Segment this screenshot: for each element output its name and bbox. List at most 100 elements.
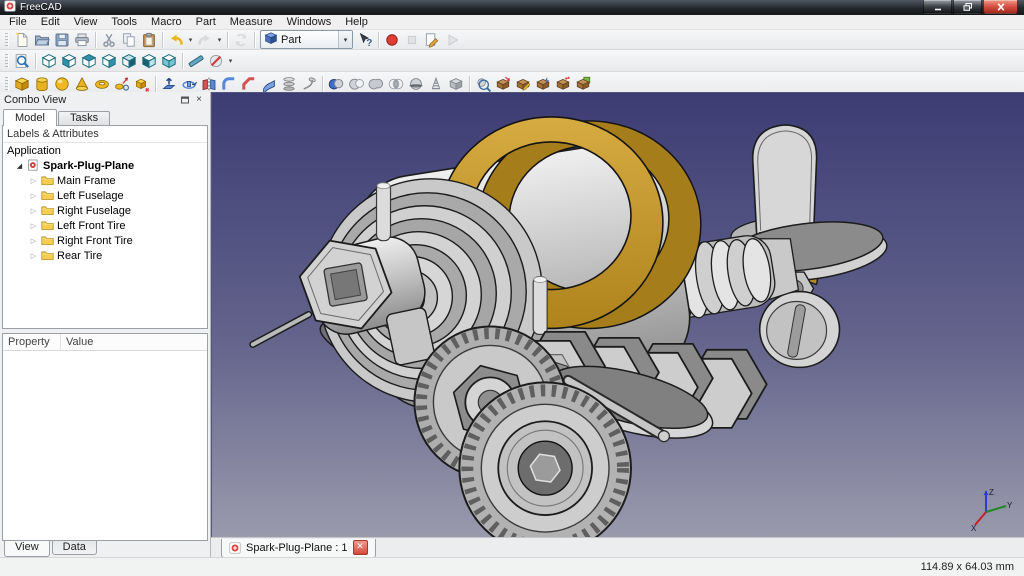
close-button[interactable] bbox=[983, 0, 1018, 14]
tree-item-spark-plug-plane[interactable]: ◢ Spark-Plug-Plane bbox=[3, 158, 207, 173]
shape-builder-button[interactable] bbox=[132, 74, 152, 93]
extrude-button[interactable] bbox=[159, 74, 179, 93]
section-button[interactable] bbox=[406, 74, 426, 93]
view-front-button[interactable] bbox=[59, 51, 79, 70]
menu-help[interactable]: Help bbox=[338, 15, 375, 29]
menu-tools[interactable]: Tools bbox=[104, 15, 144, 29]
measure-distance-button[interactable] bbox=[186, 51, 206, 70]
expand-arrow-icon[interactable]: ▷ bbox=[29, 177, 38, 185]
revolve-button[interactable] bbox=[179, 74, 199, 93]
menu-part[interactable]: Part bbox=[189, 15, 223, 29]
compound-button[interactable] bbox=[446, 74, 466, 93]
tab-data[interactable]: Data bbox=[51, 541, 97, 555]
primitive-cylinder-button[interactable] bbox=[32, 74, 52, 93]
sweep-icon bbox=[303, 76, 316, 90]
expand-arrow-icon[interactable]: ▷ bbox=[29, 192, 38, 200]
fit-all-button[interactable] bbox=[12, 51, 32, 70]
workbench-selector[interactable]: Part ▾ bbox=[260, 30, 353, 49]
mirror-button[interactable] bbox=[199, 74, 219, 93]
save-file-button[interactable] bbox=[52, 30, 72, 49]
reverse-shapes-button[interactable] bbox=[553, 74, 573, 93]
tab-model[interactable]: Model bbox=[3, 109, 57, 126]
check-geometry-button[interactable] bbox=[473, 74, 493, 93]
tab-view[interactable]: View bbox=[4, 541, 50, 557]
primitive-cone-button[interactable] bbox=[72, 74, 92, 93]
boolean-button[interactable] bbox=[326, 74, 346, 93]
document-tab[interactable]: Spark-Plug-Plane : 1 ✕ bbox=[221, 538, 376, 558]
freecad-logo-icon bbox=[4, 0, 16, 15]
print-button[interactable] bbox=[72, 30, 92, 49]
whats-this-button[interactable]: ? bbox=[355, 30, 375, 49]
edit-shape-button[interactable] bbox=[513, 74, 533, 93]
dock-float-icon[interactable] bbox=[178, 94, 192, 107]
restore-button[interactable] bbox=[953, 0, 982, 14]
refine-shape-button[interactable] bbox=[533, 74, 553, 93]
menu-edit[interactable]: Edit bbox=[34, 15, 67, 29]
chamfer-button[interactable] bbox=[239, 74, 259, 93]
tree-item-right-fuselage[interactable]: ▷ Right Fuselage bbox=[3, 203, 207, 218]
run-macro-button bbox=[442, 30, 462, 49]
menu-file[interactable]: File bbox=[2, 15, 34, 29]
undo-button[interactable] bbox=[166, 30, 186, 49]
tree-item-main-frame[interactable]: ▷ Main Frame bbox=[3, 173, 207, 188]
primitive-sphere-button[interactable] bbox=[52, 74, 72, 93]
tree-header: Labels & Attributes bbox=[3, 126, 207, 143]
menu-macro[interactable]: Macro bbox=[144, 15, 189, 29]
open-file-button[interactable] bbox=[32, 30, 52, 49]
cut-button[interactable] bbox=[99, 30, 119, 49]
cross-sections-button[interactable] bbox=[426, 74, 446, 93]
tree-item-right-front-tire[interactable]: ▷ Right Front Tire bbox=[3, 233, 207, 248]
minimize-button[interactable] bbox=[923, 0, 952, 14]
property-column-header[interactable]: Property bbox=[3, 334, 61, 350]
create-primitives-button[interactable] bbox=[112, 74, 132, 93]
boolean-intersection-button[interactable] bbox=[386, 74, 406, 93]
ruled-surface-button[interactable] bbox=[259, 74, 279, 93]
document-tab-close-icon[interactable]: ✕ bbox=[352, 540, 368, 555]
expand-arrow-icon[interactable]: ▷ bbox=[29, 252, 38, 260]
value-column-header[interactable]: Value bbox=[61, 334, 93, 350]
collapse-arrow-icon[interactable]: ◢ bbox=[15, 162, 24, 170]
primitive-torus-button[interactable] bbox=[92, 74, 112, 93]
clear-measurement-dropdown-icon[interactable]: ▾ bbox=[226, 57, 235, 65]
view-left-button[interactable] bbox=[159, 51, 179, 70]
expand-arrow-icon[interactable]: ▷ bbox=[29, 237, 38, 245]
tree-item-left-fuselage[interactable]: ▷ Left Fuselage bbox=[3, 188, 207, 203]
loft-button[interactable] bbox=[279, 74, 299, 93]
copy-button[interactable] bbox=[119, 30, 139, 49]
view-right-button[interactable] bbox=[99, 51, 119, 70]
undo-dropdown-icon[interactable]: ▾ bbox=[186, 36, 195, 44]
fillet-button[interactable] bbox=[219, 74, 239, 93]
view-rear-button[interactable] bbox=[119, 51, 139, 70]
redo-dropdown-icon[interactable]: ▾ bbox=[215, 36, 224, 44]
expand-arrow-icon[interactable]: ▷ bbox=[29, 222, 38, 230]
new-file-button[interactable] bbox=[12, 30, 32, 49]
record-macro-button[interactable] bbox=[382, 30, 402, 49]
chevron-down-icon[interactable]: ▾ bbox=[338, 31, 352, 48]
edit-macro-button[interactable] bbox=[422, 30, 442, 49]
menu-view[interactable]: View bbox=[67, 15, 105, 29]
convert-to-solid-button[interactable] bbox=[573, 74, 593, 93]
dock-close-icon[interactable]: × bbox=[192, 94, 206, 107]
boolean-union-button[interactable] bbox=[366, 74, 386, 93]
folder-icon bbox=[41, 176, 54, 185]
view-axonometric-button[interactable] bbox=[39, 51, 59, 70]
refresh-icon bbox=[235, 33, 247, 46]
reverse-shapes-icon bbox=[556, 76, 570, 90]
view-bottom-button[interactable] bbox=[139, 51, 159, 70]
tree-item-rear-tire[interactable]: ▷ Rear Tire bbox=[3, 248, 207, 263]
dock-title: Combo View bbox=[4, 94, 67, 106]
clear-measurement-button[interactable] bbox=[206, 51, 226, 70]
sweep-button[interactable] bbox=[299, 74, 319, 93]
view-top-button[interactable] bbox=[79, 51, 99, 70]
tree-item-left-front-tire[interactable]: ▷ Left Front Tire bbox=[3, 218, 207, 233]
3d-viewport[interactable]: Z Y X bbox=[211, 92, 1024, 538]
expand-arrow-icon[interactable]: ▷ bbox=[29, 207, 38, 215]
menu-measure[interactable]: Measure bbox=[223, 15, 280, 29]
tree-root-application[interactable]: Application bbox=[3, 143, 207, 158]
boolean-cut-button[interactable] bbox=[346, 74, 366, 93]
menu-windows[interactable]: Windows bbox=[280, 15, 339, 29]
paste-button[interactable] bbox=[139, 30, 159, 49]
primitive-box-button[interactable] bbox=[12, 74, 32, 93]
tab-tasks[interactable]: Tasks bbox=[57, 111, 111, 125]
defeaturing-button[interactable] bbox=[493, 74, 513, 93]
